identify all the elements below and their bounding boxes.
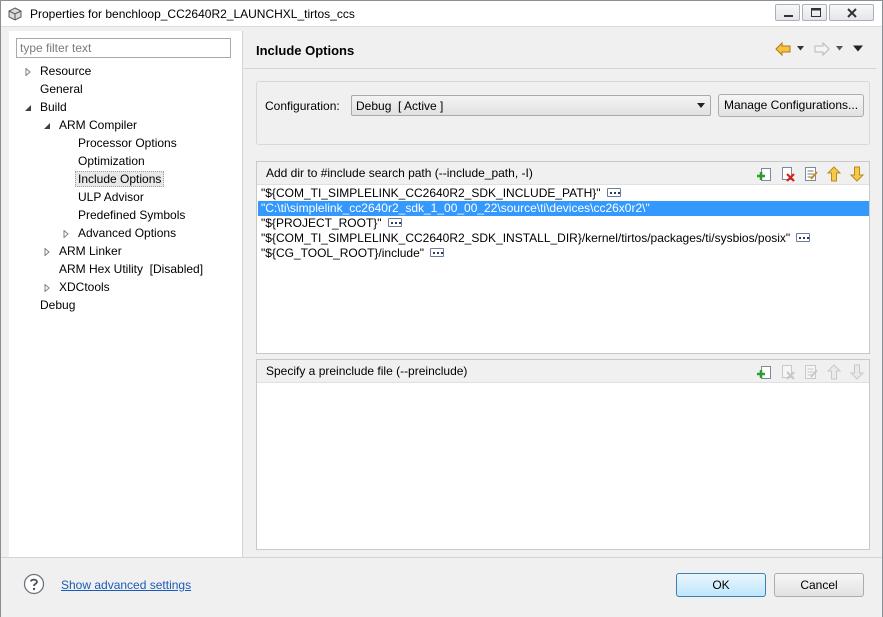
tree-item-general[interactable]: General	[38, 81, 85, 98]
tree-item-label: Debug	[40, 298, 76, 312]
ellipsis-icon[interactable]	[430, 248, 445, 258]
minimize-button[interactable]	[775, 4, 800, 21]
add-icon[interactable]	[757, 364, 773, 380]
include-path-row[interactable]: "${COM_TI_SIMPLELINK_CC2640R2_SDK_INCLUD…	[258, 186, 869, 201]
include-path-text: "${COM_TI_SIMPLELINK_CC2640R2_SDK_INSTAL…	[261, 231, 791, 245]
header-separator	[244, 68, 876, 69]
forward-arrow-icon[interactable]	[814, 41, 830, 57]
edit-icon	[805, 365, 818, 379]
edit-icon[interactable]	[803, 166, 819, 182]
maximize-button[interactable]	[802, 4, 827, 21]
include-path-text: "${COM_TI_SIMPLELINK_CC2640R2_SDK_INCLUD…	[261, 186, 601, 200]
include-path-row[interactable]: "${PROJECT_ROOT}"	[258, 216, 869, 231]
tree-item-label: Include Options	[75, 171, 165, 187]
dialog-button-bar: Show advanced settings OK Cancel	[1, 557, 882, 617]
cancel-button[interactable]: Cancel	[774, 573, 864, 597]
property-page: Include Options Configuration: Debug [ A…	[244, 31, 876, 557]
tree-item-advanced-options[interactable]: Advanced Options	[62, 225, 178, 242]
tree-item-processor-options[interactable]: Processor Options	[76, 135, 179, 152]
tree-item-label: Optimization	[78, 154, 145, 168]
ellipsis-icon[interactable]	[606, 188, 621, 198]
include-path-panel: Add dir to #include search path (--inclu…	[256, 161, 870, 354]
tree-item-optimization[interactable]: Optimization	[76, 153, 147, 170]
forward-history-dropdown-icon[interactable]	[836, 46, 843, 51]
collapse-icon[interactable]	[24, 104, 32, 112]
include-path-title: Add dir to #include search path (--inclu…	[266, 166, 533, 180]
include-path-text: "${PROJECT_ROOT}"	[261, 216, 382, 230]
preferences-tree-pane: Resource General Build ARM Compiler Proc…	[9, 31, 243, 557]
configuration-group: Configuration: Debug [ Active ] Manage C…	[256, 81, 870, 145]
maximize-icon	[811, 8, 821, 17]
delete-icon	[782, 365, 795, 380]
include-path-header: Add dir to #include search path (--inclu…	[257, 162, 869, 185]
tree-item-arm-compiler[interactable]: ARM Compiler	[43, 117, 139, 134]
close-button[interactable]	[829, 4, 874, 21]
expand-icon[interactable]	[43, 248, 51, 256]
title-bar: Properties for benchloop_CC2640R2_LAUNCH…	[1, 1, 882, 27]
tree-item-label: XDCtools	[59, 280, 110, 294]
show-advanced-settings-link[interactable]: Show advanced settings	[61, 578, 191, 592]
move-down-icon[interactable]	[849, 166, 865, 182]
include-path-row[interactable]: "${CG_TOOL_ROOT}/include"	[258, 246, 869, 261]
collapse-icon[interactable]	[43, 122, 51, 130]
move-up-icon	[826, 364, 842, 380]
ellipsis-icon[interactable]	[796, 233, 811, 243]
tree-item-label: Processor Options	[78, 136, 177, 150]
manage-configurations-button[interactable]: Manage Configurations...	[718, 94, 864, 117]
ok-button[interactable]: OK	[676, 573, 766, 597]
add-icon[interactable]	[757, 166, 773, 182]
tree-item-predefined-symbols[interactable]: Predefined Symbols	[76, 207, 187, 224]
tree-item-resource[interactable]: Resource	[24, 63, 93, 80]
close-icon	[847, 8, 857, 18]
tree-item-include-options[interactable]: Include Options	[75, 171, 165, 188]
preinclude-panel: Specify a preinclude file (--preinclude)	[256, 359, 870, 550]
move-down-icon	[849, 364, 865, 380]
preinclude-header: Specify a preinclude file (--preinclude)	[257, 360, 869, 383]
window-title: Properties for benchloop_CC2640R2_LAUNCH…	[30, 7, 355, 21]
tree-item-build[interactable]: Build	[24, 99, 69, 116]
back-arrow-icon[interactable]	[775, 41, 791, 57]
expand-icon[interactable]	[24, 68, 32, 76]
delete-icon[interactable]	[780, 166, 796, 182]
tree-item-debug[interactable]: Debug	[38, 297, 77, 314]
configuration-label: Configuration:	[265, 99, 340, 113]
tree-item-label: General	[40, 82, 83, 96]
page-title: Include Options	[256, 43, 355, 58]
preinclude-title: Specify a preinclude file (--preinclude)	[266, 364, 468, 378]
include-path-row-selected[interactable]: "C:\ti\simplelink_cc2640r2_sdk_1_00_00_2…	[258, 201, 869, 216]
tree-item-label: Advanced Options	[78, 226, 177, 240]
view-menu-icon[interactable]	[853, 45, 863, 52]
tree-item-arm-hex-utility[interactable]: ARM Hex Utility [Disabled]	[57, 261, 205, 278]
include-path-text: "${CG_TOOL_ROOT}/include"	[261, 246, 425, 260]
include-path-text: "C:\ti\simplelink_cc2640r2_sdk_1_00_00_2…	[261, 201, 650, 215]
minimize-icon	[784, 15, 793, 17]
filter-input[interactable]	[16, 38, 231, 58]
tree-item-label: ARM Linker	[59, 244, 122, 258]
properties-dialog: Properties for benchloop_CC2640R2_LAUNCH…	[0, 0, 883, 617]
tree-item-label: ULP Advisor	[78, 190, 144, 204]
tree-item-label: Predefined Symbols	[78, 208, 186, 222]
expand-icon[interactable]	[43, 284, 51, 292]
back-history-dropdown-icon[interactable]	[797, 46, 804, 51]
tree-item-label: ARM Hex Utility [Disabled]	[59, 262, 204, 276]
include-path-row[interactable]: "${COM_TI_SIMPLELINK_CC2640R2_SDK_INSTAL…	[258, 231, 869, 246]
help-icon[interactable]	[23, 573, 45, 595]
expand-icon[interactable]	[62, 230, 70, 238]
tree-item-arm-linker[interactable]: ARM Linker	[43, 243, 124, 260]
chevron-down-icon	[697, 103, 705, 108]
tree-item-label: Resource	[40, 64, 92, 78]
tree-item-ulp-advisor[interactable]: ULP Advisor	[76, 189, 146, 206]
tree-item-xdctools[interactable]: XDCtools	[43, 279, 112, 296]
app-icon	[8, 7, 22, 21]
move-up-icon[interactable]	[826, 166, 842, 182]
tree-item-label: ARM Compiler	[59, 118, 138, 132]
configuration-select[interactable]: Debug [ Active ]	[351, 95, 711, 116]
tree-item-label: Build	[40, 100, 67, 114]
ellipsis-icon[interactable]	[387, 218, 402, 228]
configuration-value: Debug [ Active ]	[356, 99, 444, 113]
